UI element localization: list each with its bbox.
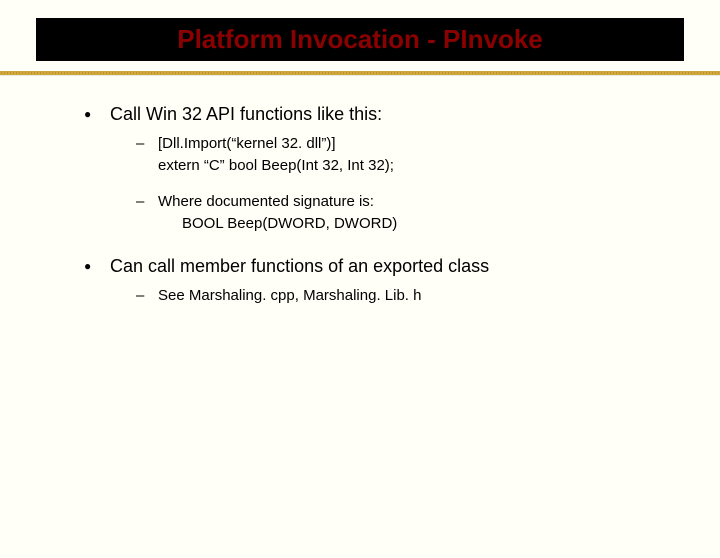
sub-bullet-item: – See Marshaling. cpp, Marshaling. Lib. … (136, 285, 660, 307)
slide-content: ● Call Win 32 API functions like this: –… (0, 75, 720, 307)
sub-bullet-group: – See Marshaling. cpp, Marshaling. Lib. … (84, 285, 660, 307)
sub-line: BOOL Beep(DWORD, DWORD) (158, 213, 397, 235)
dash-icon: – (136, 285, 158, 307)
sub-bullet-item: – [Dll.Import(“kernel 32. dll”)] extern … (136, 133, 660, 177)
sub-line: See Marshaling. cpp, Marshaling. Lib. h (158, 285, 421, 307)
dash-icon: – (136, 191, 158, 213)
sub-bullet-text: See Marshaling. cpp, Marshaling. Lib. h (158, 285, 421, 307)
bullet-dot-icon: ● (84, 253, 110, 279)
sub-line: Where documented signature is: (158, 191, 397, 213)
bullet-item: ● Can call member functions of an export… (84, 253, 660, 279)
dash-icon: – (136, 133, 158, 155)
slide-title: Platform Invocation - PInvoke (36, 24, 684, 55)
sub-bullet-text: [Dll.Import(“kernel 32. dll”)] extern “C… (158, 133, 394, 177)
sub-bullet-group: – [Dll.Import(“kernel 32. dll”)] extern … (84, 133, 660, 235)
sub-bullet-text: Where documented signature is: BOOL Beep… (158, 191, 397, 235)
sub-bullet-item: – Where documented signature is: BOOL Be… (136, 191, 660, 235)
sub-line: extern “C” bool Beep(Int 32, Int 32); (158, 155, 394, 177)
bullet-text: Can call member functions of an exported… (110, 253, 489, 279)
bullet-item: ● Call Win 32 API functions like this: (84, 101, 660, 127)
sub-line: [Dll.Import(“kernel 32. dll”)] (158, 133, 394, 155)
title-bar: Platform Invocation - PInvoke (36, 18, 684, 61)
bullet-dot-icon: ● (84, 101, 110, 127)
bullet-text: Call Win 32 API functions like this: (110, 101, 382, 127)
slide: Platform Invocation - PInvoke ● Call Win… (0, 18, 720, 558)
